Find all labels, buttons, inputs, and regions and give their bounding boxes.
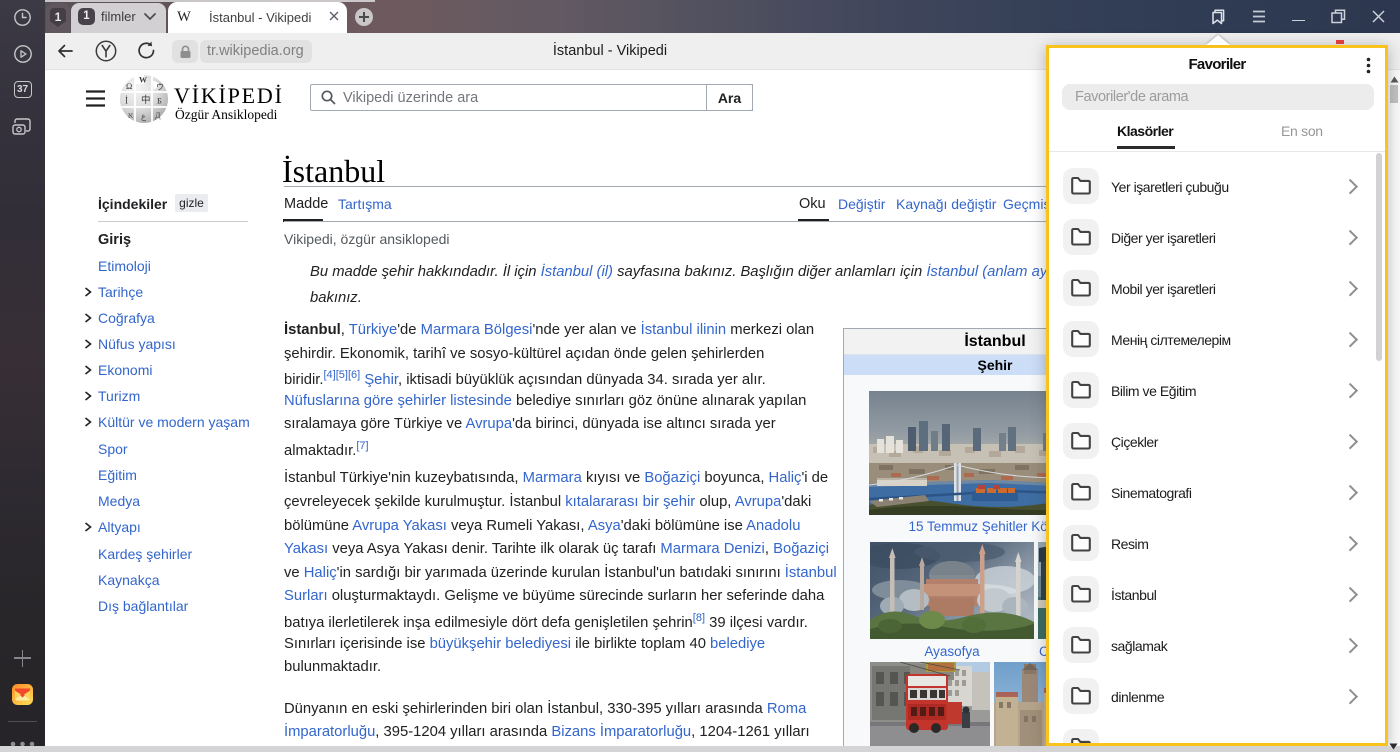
svg-text:Б: Б: [157, 96, 162, 106]
svg-text:ウ: ウ: [156, 83, 164, 92]
svg-text:中: 中: [141, 94, 151, 106]
svg-text:İ: İ: [125, 96, 128, 106]
svg-text:Ω: Ω: [126, 81, 132, 91]
svg-text:W: W: [139, 76, 147, 85]
svg-text:א: א: [128, 110, 133, 120]
svg-text:Д: Д: [155, 111, 161, 120]
